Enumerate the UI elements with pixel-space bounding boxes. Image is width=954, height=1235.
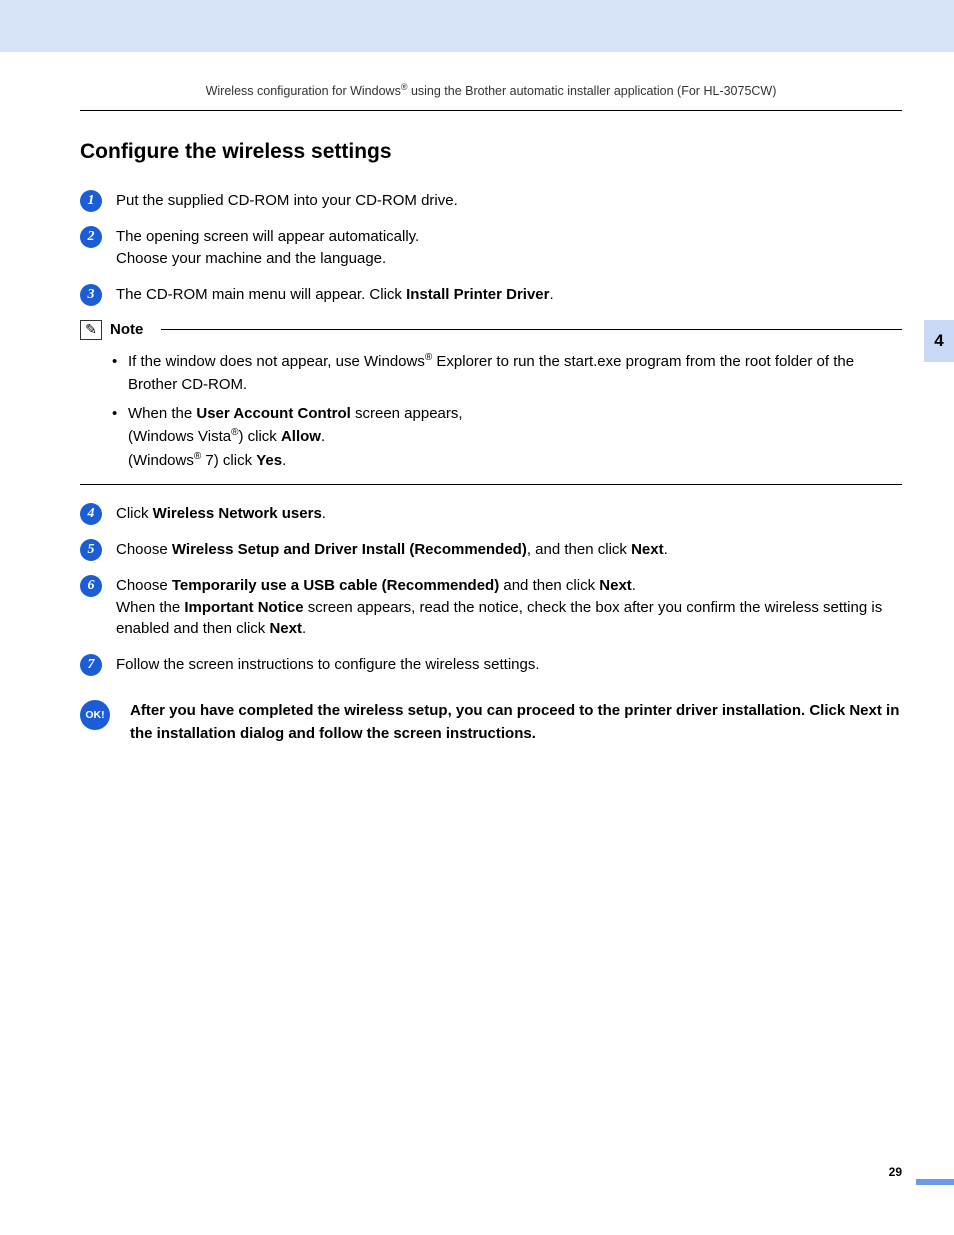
step-6: 6 Choose Temporarily use a USB cable (Re… bbox=[80, 575, 902, 640]
page-top-band bbox=[0, 0, 954, 52]
chapter-tab: 4 bbox=[924, 320, 954, 362]
step-number-icon: 6 bbox=[80, 575, 102, 597]
note-block: Note If the window does not appear, use … bbox=[80, 320, 902, 485]
note-item: If the window does not appear, use Windo… bbox=[112, 350, 902, 397]
step-line: The opening screen will appear automatic… bbox=[116, 228, 419, 245]
step-pre: The CD-ROM main menu will appear. Click bbox=[116, 286, 406, 303]
step-4: 4 Click Wireless Network users. bbox=[80, 503, 902, 525]
chapter-number: 4 bbox=[934, 331, 943, 351]
note-header: Note bbox=[80, 320, 902, 340]
step-text: Follow the screen instructions to config… bbox=[116, 654, 540, 676]
footer-accent bbox=[916, 1179, 954, 1185]
step-text: Choose Wireless Setup and Driver Install… bbox=[116, 539, 668, 561]
step-number-icon: 7 bbox=[80, 654, 102, 676]
step-bold: Install Printer Driver bbox=[406, 286, 549, 303]
step-7: 7 Follow the screen instructions to conf… bbox=[80, 654, 902, 676]
note-list: If the window does not appear, use Windo… bbox=[112, 350, 902, 472]
step-number-icon: 4 bbox=[80, 503, 102, 525]
step-number-icon: 1 bbox=[80, 190, 102, 212]
header-pre: Wireless configuration for Windows bbox=[206, 84, 401, 98]
step-3: 3 The CD-ROM main menu will appear. Clic… bbox=[80, 284, 902, 306]
step-number-icon: 2 bbox=[80, 226, 102, 248]
running-header: Wireless configuration for Windows® usin… bbox=[80, 82, 902, 111]
section-title: Configure the wireless settings bbox=[80, 140, 902, 164]
step-post: . bbox=[549, 286, 553, 303]
step-text: Put the supplied CD-ROM into your CD-ROM… bbox=[116, 190, 458, 212]
pencil-note-icon bbox=[80, 320, 102, 340]
step-2: 2 The opening screen will appear automat… bbox=[80, 226, 902, 270]
page-number: 29 bbox=[889, 1165, 902, 1179]
note-rule bbox=[161, 329, 902, 330]
page-content: Configure the wireless settings 1 Put th… bbox=[80, 140, 902, 745]
step-number-icon: 3 bbox=[80, 284, 102, 306]
note-item: When the User Account Control screen app… bbox=[112, 402, 902, 472]
step-text: The opening screen will appear automatic… bbox=[116, 226, 419, 270]
ok-text: After you have completed the wireless se… bbox=[130, 700, 902, 745]
step-5: 5 Choose Wireless Setup and Driver Insta… bbox=[80, 539, 902, 561]
note-end-rule bbox=[80, 484, 902, 485]
header-post: using the Brother automatic installer ap… bbox=[407, 84, 776, 98]
step-line: Choose your machine and the language. bbox=[116, 250, 386, 267]
step-text: Click Wireless Network users. bbox=[116, 503, 326, 525]
step-text: The CD-ROM main menu will appear. Click … bbox=[116, 284, 554, 306]
step-1: 1 Put the supplied CD-ROM into your CD-R… bbox=[80, 190, 902, 212]
ok-callout: OK! After you have completed the wireles… bbox=[80, 700, 902, 745]
ok-badge-icon: OK! bbox=[80, 700, 110, 730]
step-text: Choose Temporarily use a USB cable (Reco… bbox=[116, 575, 902, 640]
note-label: Note bbox=[110, 321, 153, 338]
step-number-icon: 5 bbox=[80, 539, 102, 561]
